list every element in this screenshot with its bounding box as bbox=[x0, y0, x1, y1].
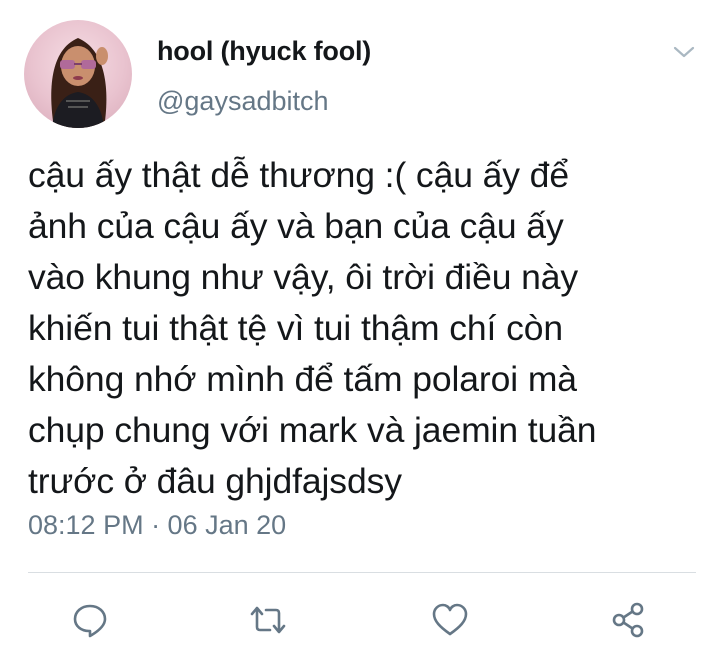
tweet-text-line: ảnh của cậu ấy và bạn của cậu ấy bbox=[28, 206, 564, 246]
comment-icon bbox=[73, 604, 107, 638]
more-options-button[interactable] bbox=[672, 40, 696, 64]
retweet-button[interactable] bbox=[246, 598, 290, 642]
chevron-down-icon bbox=[673, 46, 695, 58]
author-display-name[interactable]: hool (hyuck fool) bbox=[157, 36, 371, 67]
tweet-text: cậu ấy thật dễ thương :( cậu ấy để ảnh c… bbox=[28, 150, 698, 507]
tweet-text-line: khiến tui thật tệ vì tui thậm chí còn bbox=[28, 308, 564, 348]
share-icon bbox=[612, 602, 644, 638]
share-button[interactable] bbox=[607, 598, 651, 642]
tweet-text-line: trước ở đâu ghjdfajsdsy bbox=[28, 461, 402, 501]
tweet-timestamp[interactable]: 08:12 PM · 06 Jan 20 bbox=[28, 510, 286, 541]
tweet-text-line: chụp chung với mark và jaemin tuần bbox=[28, 410, 597, 450]
tweet-text-line: cậu ấy thật dễ thương :( cậu ấy để bbox=[28, 155, 569, 195]
profile-avatar-icon bbox=[51, 38, 108, 128]
avatar[interactable] bbox=[24, 20, 132, 128]
reply-button[interactable] bbox=[68, 598, 112, 642]
author-handle[interactable]: @gaysadbitch bbox=[157, 86, 329, 117]
like-button[interactable] bbox=[428, 598, 472, 642]
divider bbox=[28, 572, 696, 573]
tweet-text-line: không nhớ mình để tấm polaroi mà bbox=[28, 359, 577, 399]
retweet-icon bbox=[250, 606, 286, 634]
heart-icon bbox=[432, 603, 468, 636]
tweet-text-line: vào khung như vậy, ôi trời điều này bbox=[28, 257, 579, 297]
